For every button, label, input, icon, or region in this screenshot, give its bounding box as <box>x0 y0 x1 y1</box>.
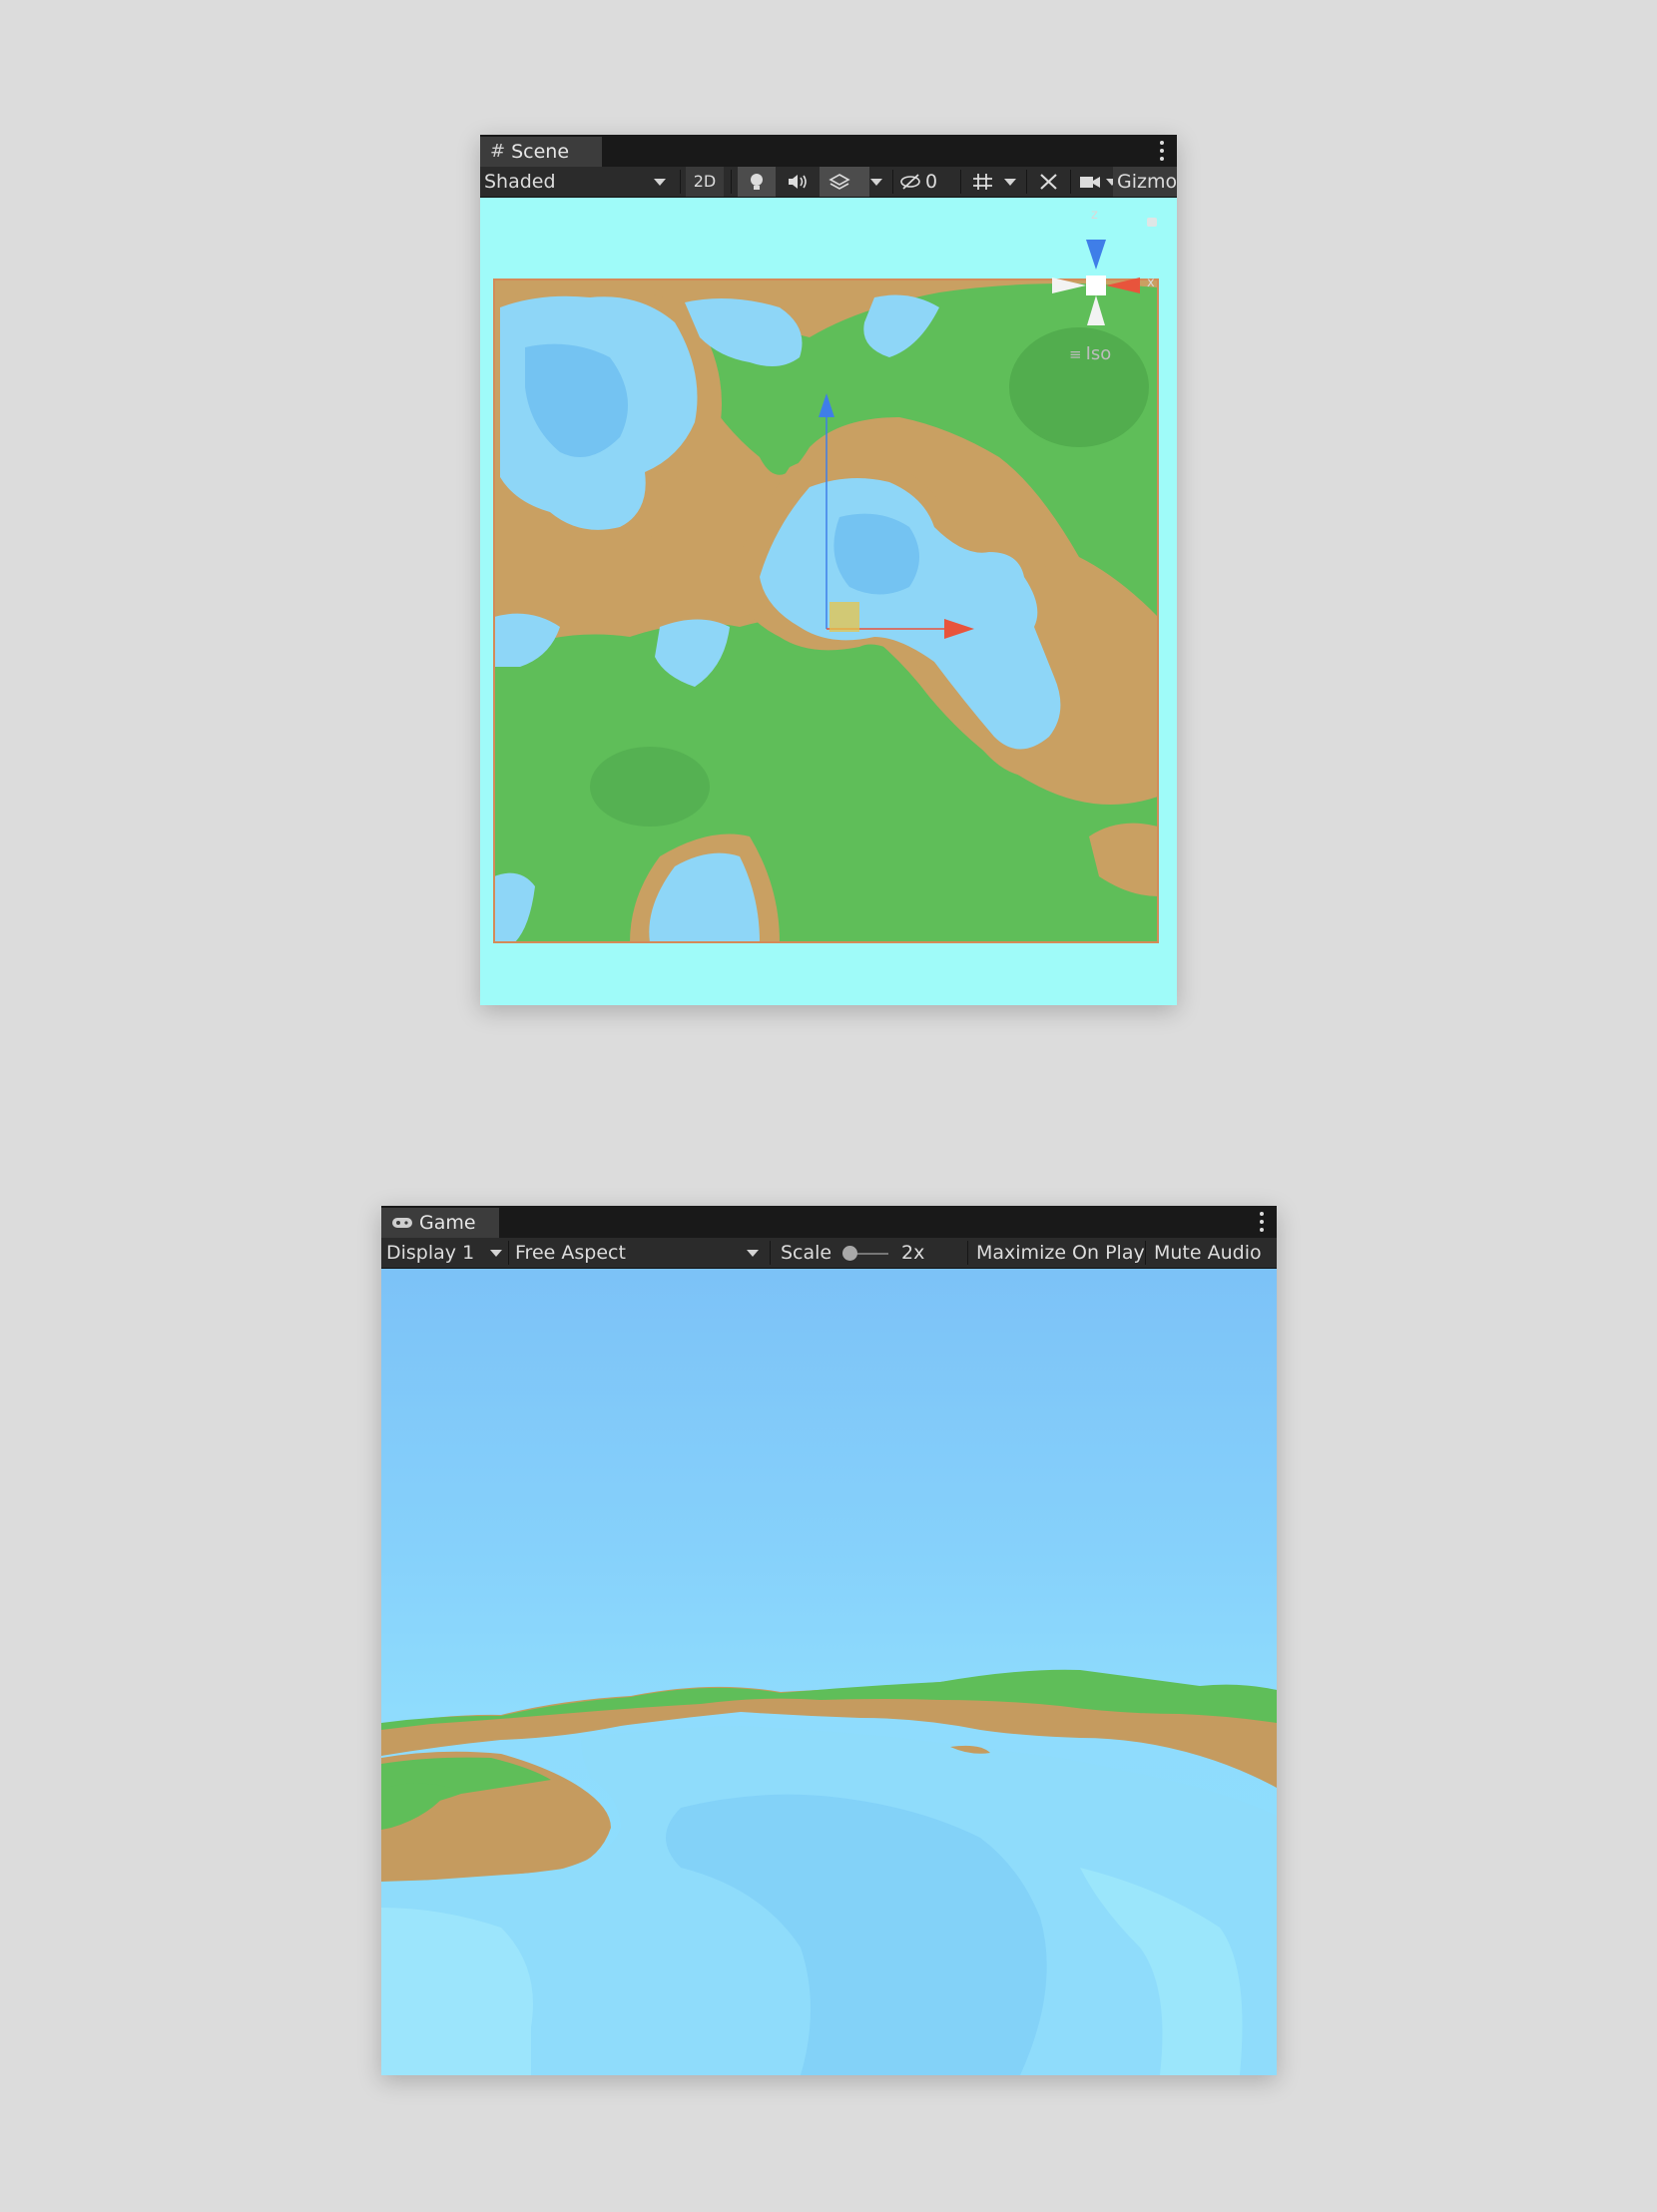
camera-icon <box>1080 177 1100 188</box>
chevron-down-icon <box>654 179 666 186</box>
audio-toggle-button[interactable] <box>778 167 816 197</box>
scene-tab-bar: # Scene <box>480 135 1177 167</box>
game-more-menu-icon[interactable] <box>1259 1212 1265 1232</box>
game-tab[interactable]: Game <box>381 1208 499 1238</box>
gizmos-button[interactable]: Gizmos <box>1113 167 1177 197</box>
chevron-down-icon <box>747 1250 759 1257</box>
maximize-on-play-label: Maximize On Play <box>976 1242 1145 1264</box>
grid-snap-icon <box>973 174 992 190</box>
effects-dropdown-button[interactable] <box>864 167 888 197</box>
game-camera-view <box>381 1669 1277 2075</box>
effects-toggle-button[interactable] <box>820 167 869 197</box>
terrain-top-view <box>493 218 1159 943</box>
scene-visibility-button[interactable]: 0 <box>897 167 957 197</box>
toggle-2d-label: 2D <box>693 172 717 191</box>
scene-tab-label: Scene <box>511 141 570 163</box>
gizmos-label: Gizmos <box>1117 171 1177 193</box>
chevron-down-icon <box>490 1250 502 1257</box>
chevron-down-icon <box>870 179 882 186</box>
lighting-toggle-button[interactable] <box>738 167 776 197</box>
scene-viewport[interactable]: z x ≡ Iso <box>480 198 1177 1005</box>
maximize-on-play-button[interactable]: Maximize On Play <box>976 1238 1145 1268</box>
projection-label: Iso <box>1085 343 1112 364</box>
wrench-icon <box>1040 174 1057 190</box>
mute-audio-button[interactable]: Mute Audio <box>1154 1238 1274 1268</box>
scene-window: # Scene Shaded 2D 0 Gizmo z x ≡ Iso <box>480 135 1177 1005</box>
speaker-icon <box>789 175 807 189</box>
grid-icon: # <box>490 141 506 162</box>
display-dropdown[interactable]: Display 1 <box>386 1238 508 1268</box>
scale-label-text: Scale <box>781 1242 832 1264</box>
mute-audio-label: Mute Audio <box>1154 1242 1262 1264</box>
scene-tab[interactable]: # Scene <box>480 137 602 167</box>
display-value: Display 1 <box>386 1242 475 1264</box>
shading-mode-value: Shaded <box>484 171 556 193</box>
gizmo-axis-y-label: z <box>1091 208 1098 223</box>
aspect-value: Free Aspect <box>515 1242 626 1264</box>
chevron-down-icon <box>1004 179 1016 186</box>
layers-icon <box>828 174 850 190</box>
lock-icon <box>1147 218 1157 227</box>
gizmo-plane-handle <box>829 602 859 632</box>
lightbulb-icon <box>751 174 763 190</box>
hidden-eye-icon <box>900 174 920 190</box>
scale-value: 2x <box>901 1238 941 1268</box>
projection-toggle[interactable]: ≡ Iso <box>1069 343 1111 364</box>
tools-button[interactable] <box>1031 167 1067 197</box>
game-toolbar: Display 1 Free Aspect Scale 2x Maximize … <box>381 1238 1277 1269</box>
menu-lines-icon: ≡ <box>1069 344 1082 363</box>
grid-snap-button[interactable] <box>965 167 1001 197</box>
hidden-count: 0 <box>925 171 938 193</box>
aspect-dropdown[interactable]: Free Aspect <box>515 1238 765 1268</box>
toggle-2d-button[interactable]: 2D <box>686 167 724 197</box>
shading-mode-dropdown[interactable]: Shaded <box>484 167 674 197</box>
game-tab-label: Game <box>419 1212 476 1234</box>
game-window: Game Display 1 Free Aspect Scale 2x Maxi… <box>381 1206 1277 2075</box>
gamepad-icon <box>392 1218 412 1228</box>
game-viewport[interactable] <box>381 1269 1277 2075</box>
scene-more-menu-icon[interactable] <box>1159 141 1165 161</box>
grid-snap-dropdown-button[interactable] <box>998 167 1022 197</box>
game-tab-bar: Game <box>381 1206 1277 1238</box>
scale-slider-handle[interactable] <box>842 1246 857 1261</box>
scale-slider[interactable] <box>842 1238 894 1268</box>
scene-toolbar: Shaded 2D 0 Gizmo <box>480 167 1177 198</box>
scale-value-text: 2x <box>901 1242 925 1264</box>
gizmo-axis-x-label: x <box>1147 276 1155 290</box>
scale-label: Scale <box>781 1238 840 1268</box>
